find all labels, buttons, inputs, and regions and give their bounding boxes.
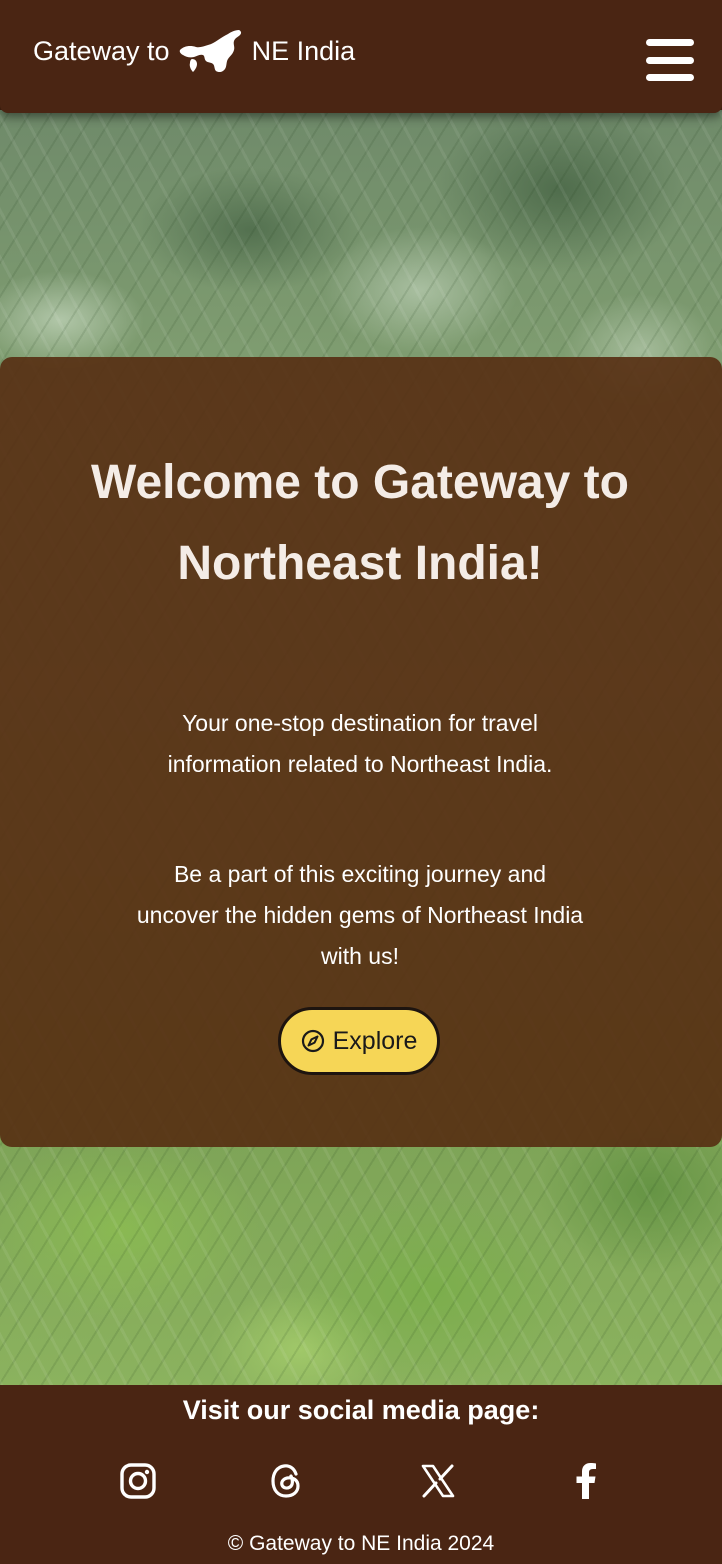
compass-icon: [301, 1029, 324, 1053]
northeast-india-map-icon: [179, 30, 241, 73]
menu-bar-bottom: [646, 74, 694, 81]
facebook-icon[interactable]: [566, 1461, 606, 1501]
welcome-call-to-action: Be a part of this exciting journey and u…: [136, 861, 584, 969]
menu-bar-top: [646, 39, 694, 46]
social-heading: Visit our social media page:: [182, 1395, 540, 1425]
brand-logo[interactable]: Gateway to NE India: [33, 28, 355, 74]
brand-prefix: Gateway to: [33, 36, 170, 66]
copyright-text: © Gateway to NE India 2024: [227, 1532, 495, 1555]
menu-bar-middle: [646, 56, 694, 64]
instagram-icon[interactable]: [118, 1461, 158, 1501]
welcome-card: Welcome to Gateway to Northeast India! Y…: [0, 357, 722, 1147]
hamburger-menu-icon[interactable]: [646, 39, 694, 81]
explore-button[interactable]: Explore: [278, 1007, 440, 1075]
site-footer: Visit our social media page: © Gateway t…: [0, 1385, 722, 1564]
x-icon[interactable]: [418, 1461, 458, 1501]
welcome-title: Welcome to Gateway to Northeast India!: [91, 456, 629, 590]
welcome-description: Your one-stop destination for travel inf…: [167, 710, 553, 777]
threads-icon[interactable]: [267, 1461, 307, 1501]
explore-label: Explore: [332, 1026, 418, 1055]
site-header: Gateway to NE India: [0, 0, 722, 113]
brand-suffix: NE India: [251, 36, 356, 66]
